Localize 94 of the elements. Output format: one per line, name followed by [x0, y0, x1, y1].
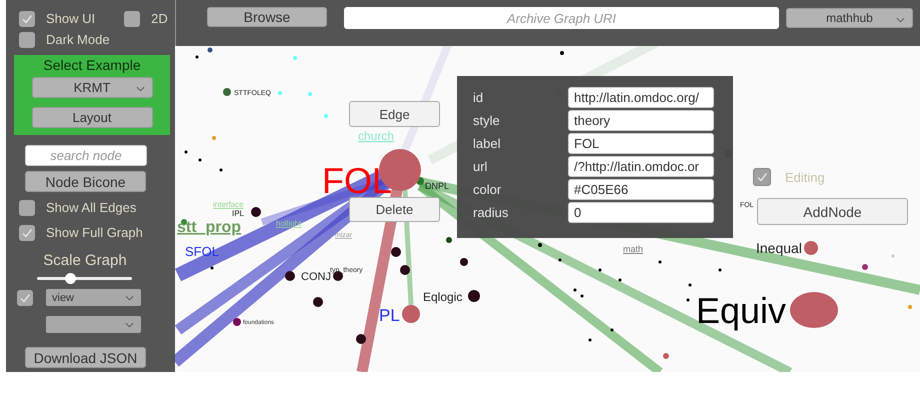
graph-node	[356, 334, 366, 344]
graph-node	[184, 150, 188, 154]
attribute-label: url	[473, 159, 488, 174]
download-json-button[interactable]: Download JSON	[25, 347, 146, 368]
graph-node	[324, 114, 328, 118]
editing-label: Editing	[785, 170, 825, 184]
graph-node	[718, 268, 722, 272]
example-dropdown[interactable]: KRMT	[32, 77, 152, 98]
graph-node	[223, 88, 231, 96]
graph-node	[598, 268, 602, 272]
graph-node	[908, 305, 912, 309]
graph-node	[468, 290, 480, 302]
checkbox[interactable]	[753, 168, 771, 186]
graph-node	[460, 258, 468, 266]
node-label: IPL	[232, 209, 244, 218]
graph-node	[790, 292, 838, 328]
graph-node	[663, 353, 669, 359]
checkbox[interactable]	[17, 290, 33, 306]
graph-node	[220, 168, 222, 172]
attribute-field[interactable]: theory	[568, 110, 714, 131]
graph-node	[293, 56, 297, 60]
attribute-field[interactable]: FOL	[568, 133, 714, 154]
graph-node	[558, 258, 562, 262]
layout-button[interactable]: Layout	[32, 107, 152, 128]
checkbox-label: Show Full Graph	[46, 225, 143, 240]
browse-button[interactable]: Browse	[207, 7, 327, 27]
graph-node	[210, 266, 214, 270]
view-dropdown[interactable]: view	[46, 289, 141, 306]
add-node-button[interactable]: AddNode	[757, 198, 908, 225]
node-bicone-button[interactable]: Node Bicone	[25, 171, 146, 192]
attribute-label: label	[473, 136, 502, 151]
graph-node	[208, 48, 212, 52]
delete-button[interactable]: Delete	[349, 197, 440, 222]
attribute-field[interactable]: #C05E66	[568, 179, 714, 200]
graph-node	[446, 237, 452, 243]
graph-node	[580, 294, 584, 298]
graph-node	[285, 271, 295, 281]
archive-dropdown[interactable]: mathhub	[786, 8, 913, 28]
checkbox[interactable]	[19, 224, 35, 240]
checkbox-label: Show UI	[46, 11, 96, 26]
graph-node	[308, 92, 312, 96]
example-title: Select Example	[43, 57, 141, 73]
checkbox[interactable]	[19, 32, 35, 48]
checkbox-label: Show All Edges	[46, 200, 136, 215]
graph-node	[658, 260, 662, 264]
graph-node	[686, 298, 690, 302]
chevron-down-icon	[136, 86, 144, 92]
chevron-down-icon	[896, 17, 905, 23]
attribute-label: style	[473, 113, 501, 128]
uri-field[interactable]: Archive Graph URI	[344, 7, 779, 29]
checkbox-label: Dark Mode	[46, 32, 110, 47]
graph-node	[804, 241, 818, 255]
graph-node	[278, 91, 282, 95]
graph-node	[610, 328, 614, 332]
chevron-down-icon	[125, 295, 134, 301]
graph-node	[198, 158, 202, 162]
attribute-label: radius	[473, 205, 510, 220]
graph-node	[574, 288, 576, 292]
search-field[interactable]: search node	[25, 145, 147, 166]
graph-node	[212, 136, 216, 140]
checkbox-label: 2D	[151, 11, 168, 26]
attribute-label: color	[473, 182, 502, 197]
graph-node	[313, 297, 323, 307]
graph-node	[196, 56, 198, 58]
graph-node	[233, 318, 241, 326]
node-label: DNPL	[425, 181, 450, 191]
graph-node	[400, 265, 410, 275]
slider-thumb[interactable]	[65, 273, 76, 284]
graph-node	[892, 254, 894, 258]
graph-node	[251, 207, 261, 217]
graph-node	[618, 278, 622, 282]
attribute-field[interactable]: http://latin.omdoc.org/	[568, 87, 714, 108]
attribute-field[interactable]: 0	[568, 202, 714, 223]
graph-node	[560, 51, 564, 55]
graph-node	[391, 247, 401, 257]
graph-node	[688, 284, 692, 286]
chevron-down-icon	[125, 322, 134, 328]
checkbox[interactable]	[19, 200, 35, 216]
graph-node	[538, 243, 542, 247]
attribute-field[interactable]: /?http://latin.omdoc.or	[568, 156, 714, 177]
node-label: Eqlogic	[423, 290, 462, 304]
node-label: Equiv	[696, 290, 786, 331]
edge-button[interactable]: Edge	[349, 101, 440, 127]
node-label: Inequal	[756, 240, 802, 256]
checkbox[interactable]	[19, 10, 35, 26]
node-label: PL	[379, 306, 400, 325]
graph-node	[402, 305, 420, 323]
scale-label: Scale Graph	[42, 252, 128, 269]
graph-link-label[interactable]: math	[623, 244, 644, 254]
node-label: CONJ	[301, 271, 331, 283]
graph-node	[862, 264, 868, 270]
attribute-label: id	[473, 90, 484, 105]
checkbox[interactable]	[124, 10, 140, 26]
graph-node	[588, 338, 592, 342]
